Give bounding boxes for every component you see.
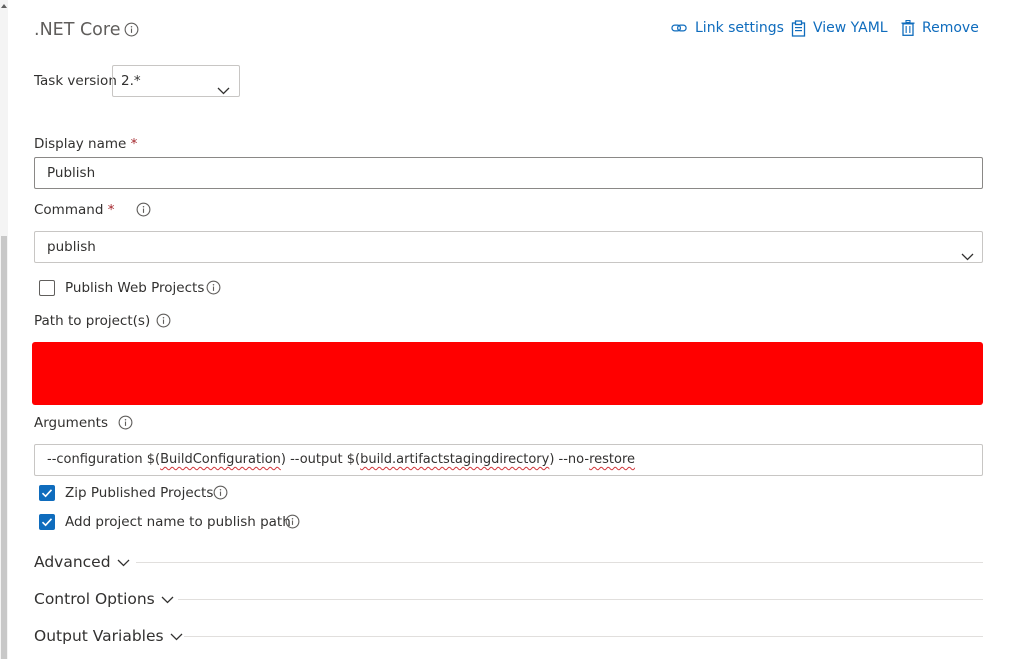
zip-published-projects-checkbox[interactable] [39, 485, 55, 501]
output-variables-section-toggle[interactable]: Output Variables [34, 625, 183, 647]
checkmark-icon [41, 518, 53, 527]
task-version-label: Task version [34, 73, 117, 89]
control-options-section-toggle[interactable]: Control Options [34, 588, 174, 610]
trash-icon [901, 20, 915, 36]
output-variables-section-label: Output Variables [34, 627, 164, 645]
path-to-projects-info-icon[interactable] [156, 313, 171, 328]
chevron-down-icon [170, 625, 183, 647]
arguments-text: BuildConfiguration [160, 452, 281, 467]
command-label: Command * [34, 201, 114, 219]
view-yaml-button[interactable]: View YAML [791, 18, 888, 38]
chevron-down-icon [961, 242, 974, 272]
chevron-down-icon [161, 588, 174, 610]
arguments-info-icon[interactable] [118, 415, 133, 430]
task-version-value: 2.* [121, 73, 141, 89]
arguments-text: ) --output $( [280, 452, 361, 467]
display-name-input[interactable]: Publish [34, 157, 983, 189]
arguments-label: Arguments [34, 415, 109, 431]
scroll-up-arrow-icon[interactable] [0, 0, 8, 14]
chevron-down-icon [217, 76, 230, 106]
checkmark-icon [41, 489, 53, 498]
command-select[interactable]: publish [34, 231, 983, 263]
command-info-icon[interactable] [136, 202, 151, 217]
arguments-input[interactable]: --configuration $(BuildConfiguration) --… [34, 444, 983, 476]
command-value: publish [47, 239, 96, 255]
arguments-text: restore [589, 452, 636, 467]
display-name-label: Display name * [34, 135, 137, 153]
arguments-text: ) --no- [549, 452, 590, 467]
view-yaml-label: View YAML [813, 20, 888, 36]
display-name-value: Publish [47, 165, 96, 181]
zip-published-projects-label: Zip Published Projects [65, 485, 214, 501]
advanced-section-label: Advanced [34, 553, 111, 571]
add-project-name-info-icon[interactable] [285, 514, 300, 529]
chevron-down-icon [117, 551, 130, 573]
arguments-text: --configuration $( [47, 452, 161, 467]
redacted-path-input[interactable] [32, 342, 983, 405]
zip-published-info-icon[interactable] [213, 485, 228, 500]
command-label-text: Command [34, 202, 104, 218]
title-info-icon[interactable] [124, 22, 139, 37]
section-divider [184, 636, 983, 637]
add-project-name-label: Add project name to publish path [65, 514, 291, 530]
vertical-scrollbar[interactable] [0, 0, 8, 659]
remove-label: Remove [922, 20, 979, 36]
publish-web-projects-checkbox[interactable] [39, 280, 55, 296]
section-divider [136, 562, 983, 563]
publish-web-projects-info-icon[interactable] [206, 280, 221, 295]
section-divider [178, 599, 983, 600]
link-settings-button[interactable]: Link settings [671, 18, 784, 38]
required-mark: * [130, 136, 138, 152]
task-title: .NET Core [34, 20, 121, 40]
control-options-section-label: Control Options [34, 590, 155, 608]
scrollbar-thumb[interactable] [1, 236, 7, 659]
arguments-text: build.artifactstagingdirectory [360, 452, 550, 467]
path-to-projects-label: Path to project(s) [34, 313, 151, 329]
display-name-label-text: Display name [34, 136, 127, 152]
add-project-name-checkbox[interactable] [39, 514, 55, 530]
clipboard-icon [791, 19, 806, 37]
remove-button[interactable]: Remove [901, 18, 979, 38]
required-mark: * [107, 202, 115, 218]
link-icon [671, 21, 688, 35]
task-version-select[interactable]: 2.* [112, 65, 240, 97]
publish-web-projects-label: Publish Web Projects [65, 280, 205, 296]
link-settings-label: Link settings [695, 20, 784, 36]
advanced-section-toggle[interactable]: Advanced [34, 551, 130, 573]
